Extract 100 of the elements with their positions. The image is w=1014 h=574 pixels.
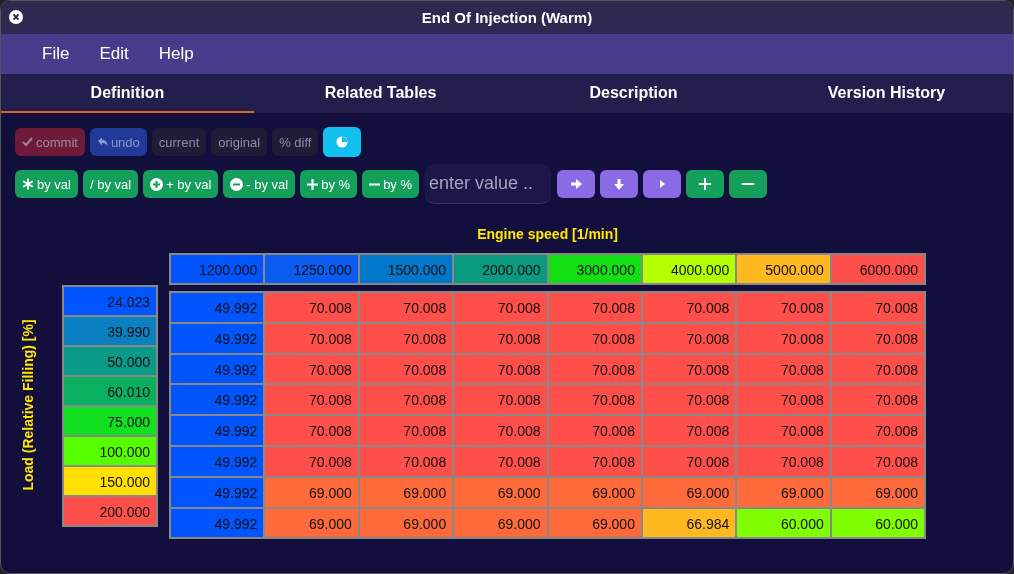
table-cell[interactable]: 49.992 xyxy=(170,446,265,477)
table-cell[interactable]: 70.008 xyxy=(830,446,926,477)
x-axis-cell[interactable]: 5000.000 xyxy=(736,254,831,284)
table-cell[interactable]: 69.000 xyxy=(453,476,548,508)
operation-button[interactable]: by % xyxy=(300,170,358,198)
table-cell[interactable]: 70.008 xyxy=(358,446,454,477)
operation-button[interactable]: - by val xyxy=(223,170,296,198)
y-axis-cell[interactable]: 39.990 xyxy=(63,316,157,346)
table-cell[interactable]: 70.008 xyxy=(830,353,926,385)
table-cell[interactable]: 70.008 xyxy=(736,384,831,416)
table-cell[interactable]: 70.008 xyxy=(736,292,831,323)
table-cell[interactable]: 70.008 xyxy=(264,353,359,385)
table-cell[interactable]: 70.008 xyxy=(736,322,831,354)
x-axis-cell[interactable]: 2000.000 xyxy=(453,254,548,284)
table-cell[interactable]: 70.008 xyxy=(453,415,548,446)
table-cell[interactable]: 70.008 xyxy=(547,384,642,416)
table-cell[interactable]: 69.000 xyxy=(453,507,548,539)
table-cell[interactable]: 69.000 xyxy=(358,476,454,508)
table-cell[interactable]: 69.000 xyxy=(547,476,642,508)
table-cell[interactable]: 70.008 xyxy=(830,292,926,323)
table-cell[interactable]: 70.008 xyxy=(641,322,737,354)
table-cell[interactable]: 70.008 xyxy=(830,415,926,446)
table-cell[interactable]: 70.008 xyxy=(736,353,831,385)
table-cell[interactable]: 70.008 xyxy=(641,415,737,446)
operation-button[interactable]: by % xyxy=(362,170,420,198)
table-cell[interactable]: 69.000 xyxy=(736,476,831,508)
table-cell[interactable]: 70.008 xyxy=(641,384,737,416)
y-axis-cell[interactable]: 60.010 xyxy=(63,376,157,406)
table-cell[interactable]: 70.008 xyxy=(547,292,642,323)
close-icon[interactable] xyxy=(9,10,23,24)
menu-item[interactable]: Help xyxy=(158,44,194,64)
table-cell[interactable]: 70.008 xyxy=(641,353,737,385)
table-cell[interactable]: 70.008 xyxy=(264,415,359,446)
add-button[interactable] xyxy=(686,170,725,198)
table-cell[interactable]: 70.008 xyxy=(547,353,642,385)
x-axis-cell[interactable]: 1500.000 xyxy=(358,254,454,284)
x-axis-cell[interactable]: 6000.000 xyxy=(830,254,926,284)
table-cell[interactable]: 70.008 xyxy=(358,353,454,385)
table-cell[interactable]: 49.992 xyxy=(170,476,265,508)
table-cell[interactable]: 70.008 xyxy=(736,415,831,446)
table-cell[interactable]: 70.008 xyxy=(264,384,359,416)
table-cell[interactable]: 70.008 xyxy=(264,446,359,477)
table-cell[interactable]: 70.008 xyxy=(264,322,359,354)
view-button[interactable]: % diff xyxy=(272,128,319,156)
tab[interactable]: Version History xyxy=(760,74,1013,113)
table-cell[interactable]: 49.992 xyxy=(170,353,265,385)
y-axis-cell[interactable]: 50.000 xyxy=(63,346,157,376)
y-axis-cell[interactable]: 100.000 xyxy=(63,436,157,466)
arrow-right-button[interactable] xyxy=(557,170,596,198)
table-cell[interactable]: 70.008 xyxy=(358,322,454,354)
table-cell[interactable]: 69.000 xyxy=(264,476,359,508)
table-cell[interactable]: 69.000 xyxy=(358,507,454,539)
x-axis-cell[interactable]: 1200.000 xyxy=(170,254,265,284)
table-cell[interactable]: 49.992 xyxy=(170,415,265,446)
table-cell[interactable]: 70.008 xyxy=(453,353,548,385)
operation-button[interactable]: + by val xyxy=(143,170,219,198)
table-cell[interactable]: 70.008 xyxy=(453,384,548,416)
table-cell[interactable]: 60.000 xyxy=(830,507,926,539)
table-cell[interactable]: 70.008 xyxy=(358,384,454,416)
operation-button[interactable]: / by val xyxy=(82,170,139,198)
y-axis-cell[interactable]: 24.023 xyxy=(63,286,157,316)
table-cell[interactable]: 49.992 xyxy=(170,384,265,416)
table-cell[interactable]: 70.008 xyxy=(641,292,737,323)
play-button[interactable] xyxy=(643,170,682,198)
y-axis-cell[interactable]: 200.000 xyxy=(63,496,157,526)
table-cell[interactable]: 69.000 xyxy=(830,476,926,508)
table-cell[interactable]: 70.008 xyxy=(453,322,548,354)
table-cell[interactable]: 70.008 xyxy=(830,384,926,416)
table-cell[interactable]: 70.008 xyxy=(641,446,737,477)
table-cell[interactable]: 69.000 xyxy=(264,507,359,539)
table-cell[interactable]: 70.008 xyxy=(453,446,548,477)
table-cell[interactable]: 70.008 xyxy=(358,292,454,323)
tab[interactable]: Definition xyxy=(1,74,254,113)
x-axis-cell[interactable]: 1250.000 xyxy=(264,254,359,284)
table-cell[interactable]: 70.008 xyxy=(264,292,359,323)
table-cell[interactable]: 70.008 xyxy=(830,322,926,354)
menu-item[interactable]: File xyxy=(42,44,70,64)
undo-button[interactable]: undo xyxy=(89,128,147,156)
table-cell[interactable]: 66.984 xyxy=(641,507,737,539)
table-cell[interactable]: 70.008 xyxy=(736,446,831,477)
chart-button[interactable] xyxy=(323,127,362,157)
table-cell[interactable]: 69.000 xyxy=(547,507,642,539)
y-axis-cell[interactable]: 150.000 xyxy=(63,466,157,496)
tab[interactable]: Related Tables xyxy=(254,74,507,113)
arrow-down-button[interactable] xyxy=(600,170,639,198)
table-cell[interactable]: 70.008 xyxy=(547,415,642,446)
table-cell[interactable]: 49.992 xyxy=(170,507,265,539)
tab[interactable]: Description xyxy=(507,74,760,113)
table-cell[interactable]: 60.000 xyxy=(736,507,831,539)
remove-button[interactable] xyxy=(729,170,768,198)
y-axis-cell[interactable]: 75.000 xyxy=(63,406,157,436)
table-cell[interactable]: 70.008 xyxy=(547,322,642,354)
x-axis-cell[interactable]: 3000.000 xyxy=(547,254,642,284)
table-cell[interactable]: 49.992 xyxy=(170,292,265,323)
operation-button[interactable]: by val xyxy=(15,170,78,198)
table-cell[interactable]: 70.008 xyxy=(547,446,642,477)
table-cell[interactable]: 49.992 xyxy=(170,322,265,354)
menu-item[interactable]: Edit xyxy=(99,44,129,64)
view-button[interactable]: current xyxy=(151,128,207,156)
table-cell[interactable]: 70.008 xyxy=(358,415,454,446)
